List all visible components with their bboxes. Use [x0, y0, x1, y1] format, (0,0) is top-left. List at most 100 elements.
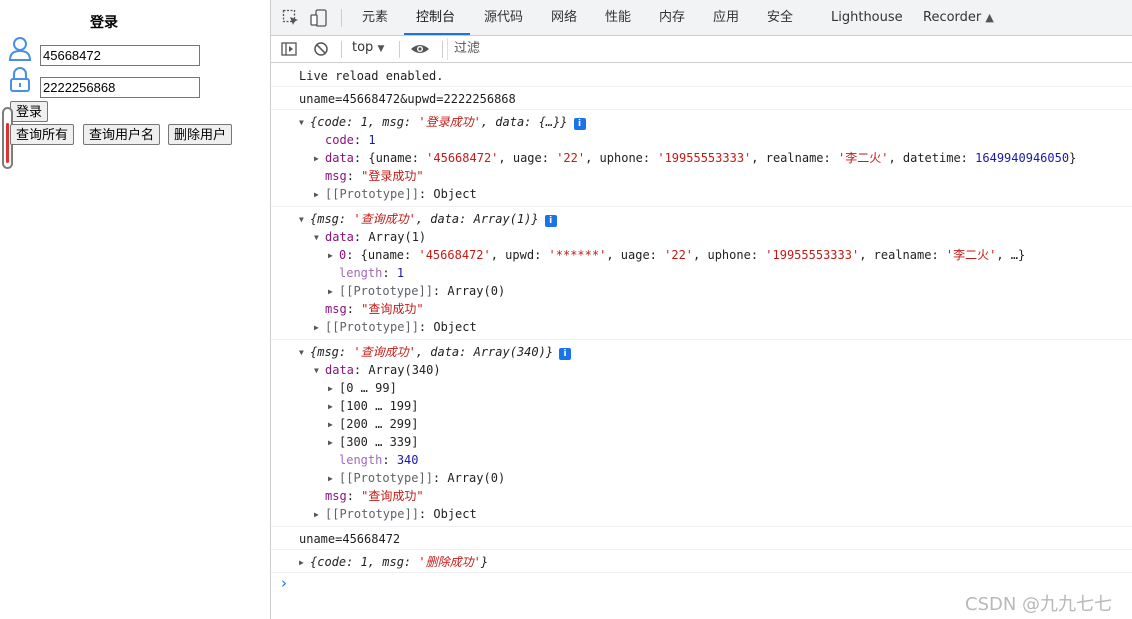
info-icon[interactable]: i: [573, 118, 586, 130]
prototype-row[interactable]: ▶ [[Prototype]]: Array(0): [328, 282, 505, 300]
collapsed-triangle-icon: ▶: [328, 420, 333, 429]
array-range-row[interactable]: ▶ [200 … 299]: [328, 415, 418, 433]
property-value: : Object: [418, 320, 477, 334]
array-range: [200 … 299]: [339, 417, 419, 431]
property-key: [[Prototype]]: [339, 471, 433, 485]
tab-recorder-label: Recorder: [923, 10, 982, 25]
property-key: [[Prototype]]: [325, 320, 419, 334]
summary-string: '删除成功': [418, 555, 481, 569]
console-text: uname=45668472&upwd=2222256868: [299, 92, 516, 106]
tab-lighthouse[interactable]: Lighthouse: [831, 0, 903, 36]
property-row[interactable]: ▼ data: Array(340): [314, 361, 441, 379]
property-key: [[Prototype]]: [325, 507, 419, 521]
tab-security[interactable]: 安全: [767, 0, 793, 36]
collapsed-triangle-icon: ▶: [299, 558, 304, 567]
toolbar-divider: [399, 41, 400, 58]
query-all-button[interactable]: 查询所有: [10, 124, 75, 145]
text: , upwd:: [490, 248, 549, 262]
user-icon: [8, 37, 32, 61]
string-value: '李二火': [837, 151, 889, 165]
prototype-row[interactable]: ▶ [[Prototype]]: Object: [314, 318, 477, 336]
property-key: [[Prototype]]: [325, 187, 419, 201]
property-key: msg: [325, 169, 347, 183]
prototype-row[interactable]: ▶ [[Prototype]]: Object: [314, 185, 477, 203]
string-value: '******': [548, 248, 607, 262]
tab-performance[interactable]: 性能: [605, 0, 631, 36]
info-icon[interactable]: i: [544, 215, 557, 227]
device-toolbar-icon[interactable]: [310, 9, 328, 27]
context-value: top: [352, 40, 374, 55]
console-toolbar: top ▼ 过滤: [271, 36, 1132, 63]
collapsed-triangle-icon: ▶: [328, 384, 333, 393]
username-input[interactable]: [40, 45, 200, 66]
property-value: 1: [396, 266, 405, 280]
query-username-button[interactable]: 查询用户名: [83, 124, 161, 145]
context-selector[interactable]: top ▼: [352, 40, 384, 55]
console-object-message: ▼ {code: 1, msg: '登录成功', data: {…}} i code…: [271, 110, 1132, 207]
property-key: msg: [325, 489, 347, 503]
collapsed-triangle-icon: ▶: [328, 251, 333, 260]
text: , uphone:: [693, 248, 766, 262]
inspect-element-icon[interactable]: [282, 9, 300, 27]
sidebar-toggle-icon[interactable]: [281, 41, 297, 57]
tab-elements[interactable]: 元素: [362, 0, 388, 36]
array-item-row[interactable]: ▶ 0: {uname: '45668472', upwd: '******', …: [328, 246, 1025, 264]
property-key: code: [325, 133, 354, 147]
property-key: data: [325, 151, 354, 165]
text: : {uname:: [353, 151, 427, 165]
summary-text: {code: 1, msg:: [310, 555, 419, 569]
text: , uage:: [498, 151, 557, 165]
tab-memory[interactable]: 内存: [659, 0, 685, 36]
collapsed-triangle-icon: ▶: [314, 323, 319, 332]
clear-console-icon[interactable]: [313, 41, 329, 57]
collapsed-triangle-icon: ▶: [314, 190, 319, 199]
property-row: code: 1: [325, 133, 376, 147]
property-row: msg: "查询成功": [325, 489, 424, 503]
expanded-triangle-icon: ▼: [314, 366, 319, 375]
text: , uphone:: [585, 151, 658, 165]
console-prompt[interactable]: ›: [281, 574, 287, 592]
toolbar-divider: [341, 41, 342, 58]
login-button[interactable]: 登录: [10, 101, 49, 122]
summary-text: {code: 1, msg:: [310, 115, 419, 129]
info-icon[interactable]: i: [559, 348, 572, 360]
object-summary[interactable]: ▼ {msg: '查询成功', data: Array(340)} i: [299, 343, 572, 361]
live-expression-eye-icon[interactable]: [410, 41, 430, 57]
console-object-message: ▶ {code: 1, msg: '删除成功'}: [271, 550, 1132, 573]
object-summary[interactable]: ▼ {msg: '查询成功', data: Array(1)} i: [299, 210, 557, 228]
text: }: [1069, 151, 1077, 165]
tab-application[interactable]: 应用: [713, 0, 739, 36]
object-summary[interactable]: ▶ {code: 1, msg: '删除成功'}: [299, 553, 488, 571]
array-range-row[interactable]: ▶ [0 … 99]: [328, 379, 397, 397]
text: , realname:: [859, 248, 946, 262]
array-range-row[interactable]: ▶ [300 … 339]: [328, 433, 418, 451]
collapsed-triangle-icon: ▶: [314, 154, 319, 163]
property-value: 340: [396, 453, 419, 467]
filter-input[interactable]: 过滤: [447, 38, 1131, 60]
expanded-triangle-icon: ▼: [299, 348, 304, 357]
prototype-row[interactable]: ▶ [[Prototype]]: Object: [314, 505, 477, 523]
array-range-row[interactable]: ▶ [100 … 199]: [328, 397, 418, 415]
tab-network[interactable]: 网络: [551, 0, 577, 36]
text: , …}: [996, 248, 1026, 262]
expanded-triangle-icon: ▼: [314, 233, 319, 242]
prototype-row[interactable]: ▶ [[Prototype]]: Array(0): [328, 469, 505, 487]
login-title: 登录: [90, 15, 118, 31]
summary-string: '查询成功': [353, 212, 416, 226]
summary-text: , data: Array(340)}: [415, 345, 554, 359]
property-row[interactable]: ▼ data: Array(1): [314, 228, 426, 246]
object-summary[interactable]: ▼ {code: 1, msg: '登录成功', data: {…}} i: [299, 113, 586, 131]
property-key: length: [339, 453, 383, 467]
password-input[interactable]: [40, 77, 200, 98]
tab-recorder[interactable]: Recorder ▲: [923, 0, 994, 36]
string-value: '22': [556, 151, 586, 165]
scroll-thumb[interactable]: [6, 123, 9, 163]
console-message: uname=45668472: [271, 527, 1132, 550]
tab-sources[interactable]: 源代码: [484, 0, 523, 36]
active-tab-indicator: [404, 33, 470, 35]
tabbar-divider: [341, 9, 342, 27]
delete-user-button[interactable]: 删除用户: [168, 124, 233, 145]
tab-console[interactable]: 控制台: [416, 0, 455, 36]
property-value: "登录成功": [361, 169, 424, 183]
property-row[interactable]: ▶ data: {uname: '45668472', uage: '22', u…: [314, 149, 1076, 167]
